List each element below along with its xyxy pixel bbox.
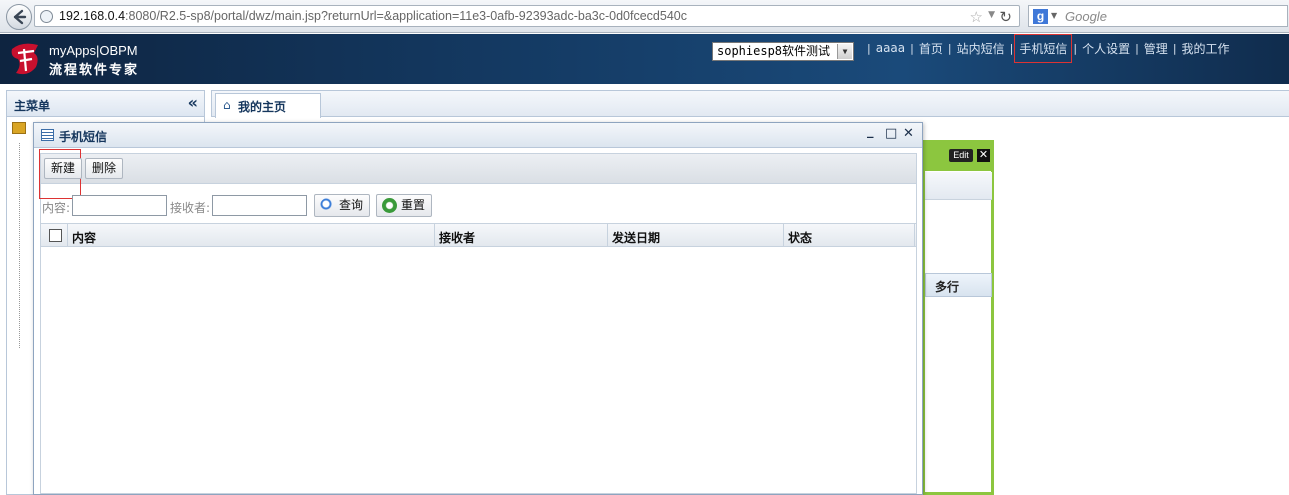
minimize-icon[interactable]: _ xyxy=(867,124,874,139)
search-bar[interactable]: g ▼ Google xyxy=(1028,5,1288,27)
receiver-input[interactable] xyxy=(212,195,307,216)
maximize-icon[interactable]: □ xyxy=(885,126,897,141)
portlet-column-header: 多行 xyxy=(925,273,992,297)
select-all-column xyxy=(41,224,68,247)
browser-toolbar: 192.168.0.4:8080/R2.5-sp8/portal/dwz/mai… xyxy=(0,0,1289,33)
portlet-toolbar xyxy=(925,172,992,200)
reload-icon[interactable]: ↻ xyxy=(999,8,1012,26)
nav-personal-settings[interactable]: 个人设置 xyxy=(1082,40,1130,57)
app-logo-icon xyxy=(11,43,38,75)
dialog-title: 手机短信 xyxy=(59,130,108,144)
reset-icon xyxy=(382,198,397,213)
url-text[interactable]: 192.168.0.4:8080/R2.5-sp8/portal/dwz/mai… xyxy=(59,9,687,23)
bookmark-star-icon[interactable]: ☆ xyxy=(970,8,983,26)
app-header: myApps|OBPM 流程软件专家 sophiesp8软件测试 ▼ | aaa… xyxy=(0,33,1289,84)
google-icon[interactable]: g xyxy=(1033,9,1048,24)
column-content[interactable]: 内容 xyxy=(68,224,435,247)
query-button[interactable]: 查询 xyxy=(314,194,371,217)
chevron-down-icon[interactable]: ▼ xyxy=(837,44,852,59)
receiver-label: 接收者: xyxy=(170,201,211,215)
portlet-close-icon[interactable]: ✕ xyxy=(977,149,990,162)
nav-admin[interactable]: 管理 xyxy=(1144,40,1168,57)
content-input[interactable] xyxy=(72,195,167,216)
close-icon[interactable]: ✕ xyxy=(903,126,914,141)
logo-subtitle: 流程软件专家 xyxy=(49,63,140,78)
nav-user[interactable]: aaaa xyxy=(876,41,905,55)
column-send-date[interactable]: 发送日期 xyxy=(608,224,784,247)
nav-my-work[interactable]: 我的工作 xyxy=(1182,40,1230,57)
tab-bar: ⌂ 我的主页 xyxy=(211,90,1289,118)
tab-home[interactable]: ⌂ 我的主页 xyxy=(215,93,321,118)
delete-button[interactable]: 删除 xyxy=(85,158,124,179)
search-icon xyxy=(320,198,335,213)
column-status[interactable]: 状态 xyxy=(784,224,915,247)
dialog-header[interactable]: 手机短信 _ □ ✕ xyxy=(34,123,922,148)
column-receiver[interactable]: 接收者 xyxy=(435,224,608,247)
collapse-icon[interactable]: « xyxy=(188,93,198,112)
reset-button[interactable]: 重置 xyxy=(376,194,433,217)
main-menu-title: 主菜单 xyxy=(14,99,51,113)
portlet-edit-button[interactable]: Edit xyxy=(949,149,973,162)
content-label: 内容: xyxy=(42,201,71,215)
home-icon: ⌂ xyxy=(223,98,231,112)
table-icon xyxy=(41,129,54,141)
sms-dialog: 手机短信 _ □ ✕ 新建 删除 内容: 接收者: 查询 重置 内容 接收者 发… xyxy=(33,122,923,495)
nav-site-messages[interactable]: 站内短信 xyxy=(957,40,1005,57)
grid-header: 内容 接收者 发送日期 状态 xyxy=(41,223,916,247)
nav-home[interactable]: 首页 xyxy=(919,40,943,57)
filter-row: 内容: 接收者: 查询 重置 xyxy=(41,190,916,218)
portlet-column-label: 多行 xyxy=(935,280,960,294)
application-select[interactable]: sophiesp8软件测试 ▼ xyxy=(712,42,854,61)
folder-icon[interactable] xyxy=(12,122,26,134)
tree-guide-line xyxy=(19,143,20,348)
main-menu-header: 主菜单 « xyxy=(7,91,204,117)
globe-icon xyxy=(40,10,53,23)
tab-home-label: 我的主页 xyxy=(238,100,287,114)
dialog-body: 新建 删除 内容: 接收者: 查询 重置 内容 接收者 发送日期 状态 xyxy=(39,149,917,494)
nav-sms[interactable]: 手机短信 xyxy=(1014,33,1073,63)
dialog-toolbar: 新建 删除 xyxy=(39,149,916,199)
engine-dropdown-icon[interactable]: ▼ xyxy=(1051,11,1057,20)
logo-text: myApps|OBPM xyxy=(49,43,138,58)
address-bar[interactable]: 192.168.0.4:8080/R2.5-sp8/portal/dwz/mai… xyxy=(34,5,1020,27)
portlet: Edit ✕ 多行 xyxy=(922,140,994,495)
top-nav: | aaaa | 首页 | 站内短信 | 手机短信 | 个人设置 | 管理 | … xyxy=(862,33,1230,63)
back-arrow-icon xyxy=(13,9,27,25)
portlet-header: Edit ✕ xyxy=(925,140,994,171)
new-button[interactable]: 新建 xyxy=(44,158,83,179)
select-all-checkbox[interactable] xyxy=(49,229,62,242)
history-dropdown-icon[interactable]: ▼ xyxy=(988,10,995,20)
search-placeholder: Google xyxy=(1065,9,1107,24)
back-button[interactable] xyxy=(6,4,32,30)
